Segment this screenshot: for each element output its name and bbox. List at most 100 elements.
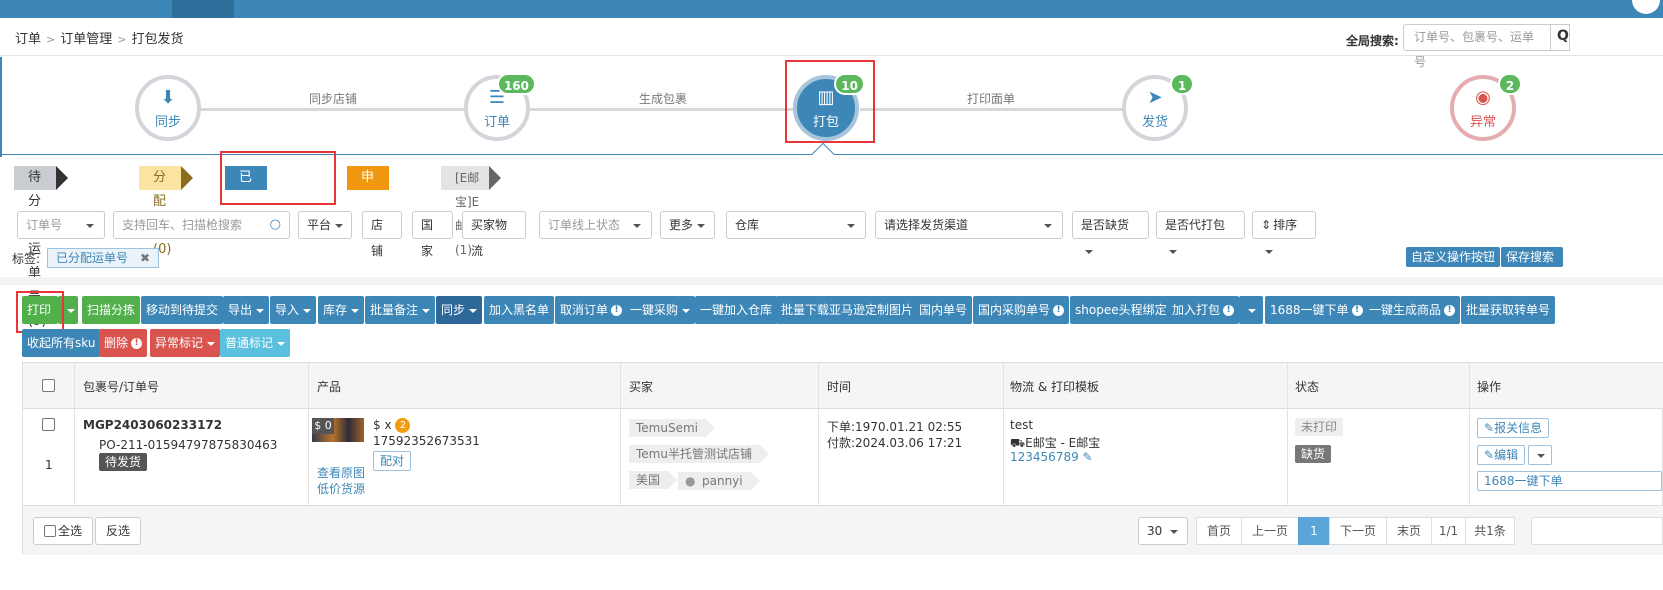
product-thumbnail[interactable]: $ 0 — [312, 418, 364, 442]
low-price-source-link[interactable]: 低价货源 — [317, 480, 365, 497]
breadcrumb-item-order-management[interactable]: 订单管理 — [60, 32, 112, 47]
first-page-button[interactable]: 首页 — [1196, 517, 1242, 545]
edit-icon[interactable]: ✎ — [1083, 450, 1093, 464]
next-page-button[interactable]: 下一页 — [1329, 517, 1387, 545]
row-1688-order-button[interactable]: 1688一键下单 — [1477, 471, 1662, 491]
normal-mark-dropdown[interactable]: 普通标记 — [220, 329, 291, 357]
store-button[interactable]: 店铺 — [362, 211, 402, 258]
tab-assigning[interactable]: 分配中 (0) — [139, 166, 194, 257]
buyer-logistics-button[interactable]: 买家物流 — [462, 211, 526, 258]
last-page-button[interactable]: 末页 — [1386, 517, 1432, 545]
global-search-button[interactable]: Q — [1550, 24, 1570, 51]
sync-dropdown[interactable]: 同步 — [436, 296, 483, 324]
buyer-store-tag: TemuSemi — [629, 419, 715, 437]
tab-pending-assign[interactable]: 待分配运单号 (9) — [14, 166, 69, 329]
header-logistics: 物流 & 打印模板 — [1010, 380, 1099, 394]
step-ship[interactable]: ➤ 发货 1 — [1122, 73, 1194, 141]
button-label: 店铺 — [371, 218, 384, 258]
sort-dropdown[interactable]: ⇕ 排序 — [1252, 211, 1316, 254]
page-jump-input[interactable] — [1531, 517, 1663, 545]
breadcrumb-item-orders[interactable]: 订单 — [15, 32, 41, 47]
dropdown-label: 是否代打包 — [1165, 218, 1226, 232]
collapse-all-sku-button[interactable]: 收起所有sku — [22, 329, 101, 357]
custom-action-buttons-button[interactable]: 自定义操作按钮 — [1406, 247, 1501, 267]
header-time: 时间 — [827, 380, 852, 394]
chevron-right-icon: > — [117, 33, 127, 46]
add-to-pack-dropdown-toggle[interactable] — [1239, 296, 1263, 324]
save-search-button[interactable]: 保存搜索 — [1501, 247, 1563, 267]
caret-down-icon — [1265, 249, 1273, 254]
buyer-name-tag: ● pannyi — [678, 472, 760, 490]
tab-apply-failed[interactable]: 申请失败 (0) — [347, 166, 402, 281]
global-search-input[interactable]: 订单号、包裹号、运单号 — [1403, 24, 1551, 69]
match-button[interactable]: 配对 — [373, 451, 412, 471]
button-label: 同步 — [441, 303, 466, 317]
caret-down-icon — [847, 224, 855, 228]
select-all-button[interactable]: 全选 — [33, 517, 94, 545]
export-dropdown[interactable]: 导出 — [223, 296, 270, 324]
domestic-purchase-no-button[interactable]: 国内采购单号! — [973, 296, 1070, 324]
page-indicator: 1/1 — [1431, 517, 1466, 545]
shopee-bind-button[interactable]: shopee头程绑定 — [1070, 296, 1172, 324]
dropdown-label: 是否缺货 — [1081, 218, 1130, 232]
more-dropdown[interactable]: 更多 — [660, 211, 715, 239]
package-number[interactable]: MGP2403060233172 — [83, 418, 222, 432]
one-click-purchase-dropdown[interactable]: 一键采购 — [625, 296, 696, 324]
edit-icon: ✎ — [1484, 448, 1495, 462]
user-globe-icon[interactable] — [1632, 0, 1660, 14]
edit-dropdown-toggle[interactable] — [1528, 445, 1552, 465]
warehouse-select[interactable]: 仓库 — [726, 211, 866, 239]
step-abnormal[interactable]: ◉ 异常 2 — [1450, 73, 1522, 141]
batch-note-dropdown[interactable]: 批量备注 — [365, 296, 436, 324]
shipping-channel-select[interactable]: 请选择发货渠道 — [875, 211, 1063, 239]
add-to-pack-button[interactable]: 加入打包! — [1167, 296, 1240, 324]
edit-button[interactable]: ✎编辑 — [1477, 445, 1526, 465]
cancel-order-button[interactable]: 取消订单! — [555, 296, 628, 324]
online-status-select[interactable]: 订单线上状态 — [539, 211, 652, 239]
move-to-pending-button[interactable]: 移动到待提交 — [141, 296, 224, 324]
out-of-stock-dropdown[interactable]: 是否缺货 — [1072, 211, 1149, 254]
customs-info-button[interactable]: ✎报关信息 — [1477, 418, 1550, 438]
order-number[interactable]: PO-211-01594797875830463 — [99, 438, 277, 452]
add-blacklist-button[interactable]: 加入黑名单 — [484, 296, 555, 324]
close-icon[interactable]: ✖ — [140, 249, 150, 267]
top-nav-bar — [0, 0, 1663, 18]
select-value: 请选择发货渠道 — [884, 218, 969, 232]
select-value: 30 — [1147, 524, 1163, 538]
caret-down-icon — [1169, 249, 1177, 254]
stock-dropdown[interactable]: 库存 — [318, 296, 365, 324]
flow-label-print-label: 打印面单 — [967, 92, 1016, 106]
tracking-number[interactable]: 123456789 ✎ — [1010, 450, 1093, 464]
tab-eub-channel[interactable]: [E邮宝]E邮宝 (1) — [441, 166, 502, 257]
caret-down-icon — [697, 223, 706, 228]
domestic-no-button[interactable]: 国内单号 — [914, 296, 973, 324]
generate-goods-button[interactable]: 一键生成商品! — [1364, 296, 1461, 324]
batch-transfer-no-button[interactable]: 批量获取转单号 — [1461, 296, 1556, 324]
scan-search-input[interactable]: 支持回车、扫描枪搜索 ○ — [113, 211, 290, 239]
delete-button[interactable]: 删除! — [99, 329, 148, 357]
proxy-pack-dropdown[interactable]: 是否代打包 — [1156, 211, 1245, 254]
prev-page-button[interactable]: 上一页 — [1241, 517, 1299, 545]
country-button[interactable]: 国家 — [412, 211, 453, 258]
current-page-button[interactable]: 1 — [1298, 517, 1330, 545]
abnormal-mark-dropdown[interactable]: 异常标记 — [150, 329, 221, 357]
chevron-right-icon: > — [46, 33, 56, 46]
import-dropdown[interactable]: 导入 — [270, 296, 317, 324]
platform-dropdown[interactable]: 平台 — [298, 211, 352, 239]
step-sync[interactable]: ⬇ 同步 — [135, 75, 201, 141]
add-to-warehouse-button[interactable]: 一键加入仓库 — [695, 296, 778, 324]
caret-down-icon — [1248, 308, 1256, 313]
top-nav-active-tab[interactable] — [172, 0, 234, 18]
step-orders[interactable]: ☰ 订单 160 — [464, 73, 536, 141]
download-amazon-images-button[interactable]: 批量下载亚马逊定制图片 — [776, 296, 919, 324]
select-all-checkbox[interactable] — [42, 379, 55, 392]
info-icon: ! — [131, 338, 143, 349]
page-size-select[interactable]: 30 — [1138, 517, 1188, 545]
row-checkbox[interactable] — [42, 418, 55, 431]
carrier-text: E邮宝 - E邮宝 — [1025, 436, 1101, 450]
order-1688-button[interactable]: 1688一键下单! — [1265, 296, 1368, 324]
order-no-select[interactable]: 订单号 — [17, 211, 105, 239]
scan-sort-button[interactable]: 扫描分拣 — [82, 296, 141, 324]
view-original-image-link[interactable]: 查看原图 — [317, 464, 365, 481]
invert-selection-button[interactable]: 反选 — [95, 517, 142, 545]
